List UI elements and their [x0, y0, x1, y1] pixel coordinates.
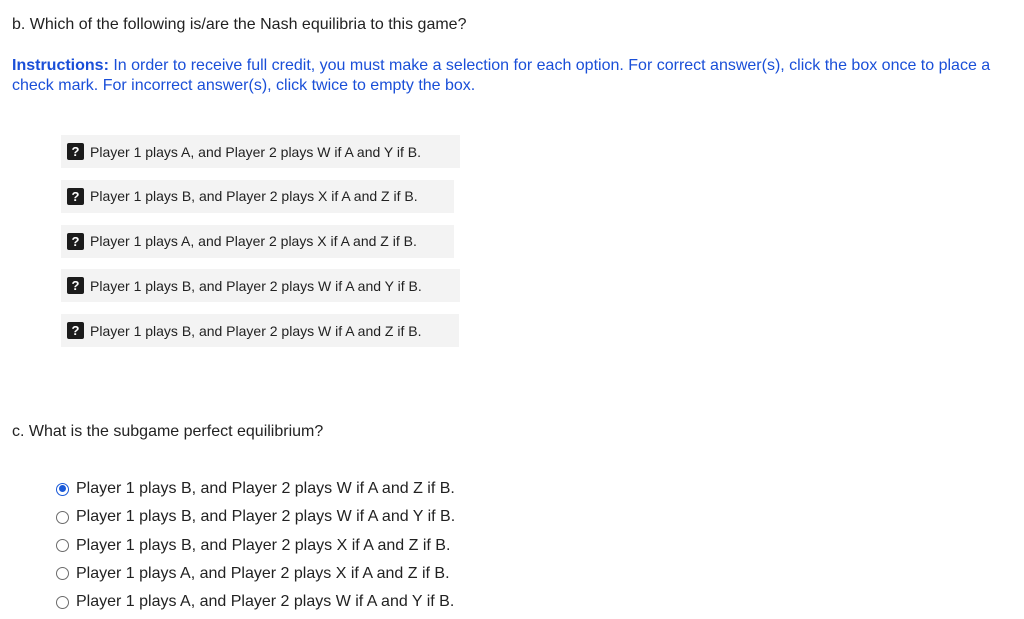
nash-option-3[interactable]: ? Player 1 plays A, and Player 2 plays X…	[61, 224, 454, 258]
spe-option-label[interactable]: Player 1 plays B, and Player 2 plays W i…	[76, 508, 455, 526]
spe-option-5[interactable]: Player 1 plays A, and Player 2 plays W i…	[56, 591, 455, 613]
spe-option-4[interactable]: Player 1 plays A, and Player 2 plays X i…	[56, 563, 455, 585]
radio-button[interactable]	[56, 510, 69, 524]
nash-option-label: Player 1 plays A, and Player 2 plays W i…	[90, 143, 421, 160]
spe-option-label[interactable]: Player 1 plays A, and Player 2 plays W i…	[76, 593, 454, 611]
nash-option-label: Player 1 plays B, and Player 2 plays W i…	[90, 322, 422, 339]
spe-option-label[interactable]: Player 1 plays B, and Player 2 plays W i…	[76, 480, 455, 498]
radio-button[interactable]	[56, 567, 69, 581]
radio-button[interactable]	[56, 595, 69, 609]
spe-option-2[interactable]: Player 1 plays B, and Player 2 plays W i…	[56, 506, 455, 528]
radio-button-selected[interactable]	[56, 482, 69, 496]
nash-option-label: Player 1 plays B, and Player 2 plays W i…	[90, 277, 422, 294]
instructions: Instructions: In order to receive full c…	[12, 56, 1017, 96]
spe-option-3[interactable]: Player 1 plays B, and Player 2 plays X i…	[56, 535, 455, 557]
page: b. Which of the following is/are the Nas…	[0, 0, 1024, 619]
question-mark-box-icon[interactable]: ?	[67, 143, 84, 160]
spe-option-1[interactable]: Player 1 plays B, and Player 2 plays W i…	[56, 478, 455, 500]
nash-options-list: ? Player 1 plays A, and Player 2 plays W…	[61, 135, 460, 359]
question-mark-box-icon[interactable]: ?	[67, 277, 84, 295]
radio-button[interactable]	[56, 539, 69, 553]
nash-option-1[interactable]: ? Player 1 plays A, and Player 2 plays W…	[61, 135, 460, 168]
nash-option-4[interactable]: ? Player 1 plays B, and Player 2 plays W…	[61, 269, 460, 303]
question-c-prompt: c. What is the subgame perfect equilibri…	[12, 423, 324, 440]
question-mark-box-icon[interactable]: ?	[67, 187, 84, 205]
spe-options-list: Player 1 plays B, and Player 2 plays W i…	[56, 478, 455, 619]
nash-option-label: Player 1 plays A, and Player 2 plays X i…	[90, 233, 417, 250]
nash-option-label: Player 1 plays B, and Player 2 plays X i…	[90, 188, 418, 205]
instructions-label: Instructions:	[12, 57, 109, 74]
spe-option-label[interactable]: Player 1 plays A, and Player 2 plays X i…	[76, 565, 450, 583]
nash-option-5[interactable]: ? Player 1 plays B, and Player 2 plays W…	[61, 314, 459, 348]
spe-option-label[interactable]: Player 1 plays B, and Player 2 plays X i…	[76, 537, 450, 555]
instructions-text: In order to receive full credit, you mus…	[12, 57, 991, 94]
question-b-prompt: b. Which of the following is/are the Nas…	[12, 16, 467, 33]
nash-option-2[interactable]: ? Player 1 plays B, and Player 2 plays X…	[61, 179, 454, 213]
question-mark-box-icon[interactable]: ?	[67, 232, 84, 250]
question-mark-box-icon[interactable]: ?	[67, 322, 84, 340]
